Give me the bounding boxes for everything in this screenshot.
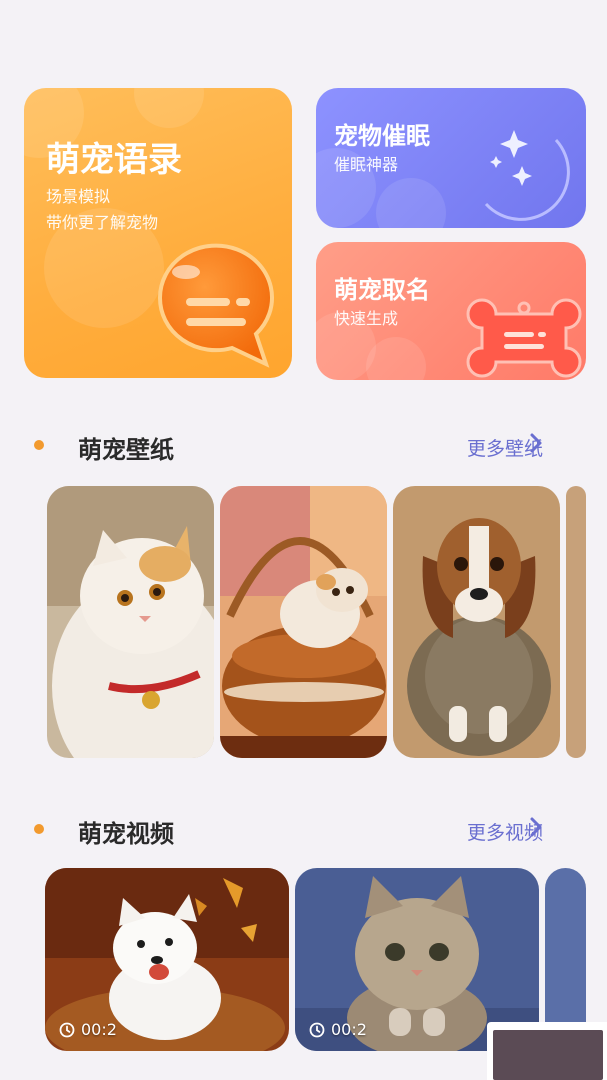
quotes-subtitle: 场景模拟 带你更了解宠物 xyxy=(46,184,158,236)
quotes-sub-line2: 带你更了解宠物 xyxy=(46,213,159,232)
video-duration-text: 00:2 xyxy=(331,1020,367,1039)
partial-photo xyxy=(566,486,586,758)
wallpaper-tile-partial[interactable] xyxy=(566,486,586,758)
wallpaper-tile-beagle[interactable] xyxy=(393,486,560,758)
clock-icon xyxy=(309,1022,325,1037)
bone-tag-icon xyxy=(466,298,582,378)
section-dot xyxy=(34,440,44,450)
decor-blob xyxy=(376,178,446,228)
wallpaper-tile-cat-basket[interactable] xyxy=(220,486,387,758)
decor-blob xyxy=(134,88,204,128)
quotes-card[interactable]: 萌宠语录 场景模拟 带你更了解宠物 xyxy=(24,88,292,378)
quotes-sub-line1: 场景模拟 xyxy=(46,187,111,206)
hypnosis-card[interactable]: 宠物催眠 催眠神器 xyxy=(316,88,586,228)
quotes-title: 萌宠语录 xyxy=(46,140,182,180)
chevron-right-icon[interactable] xyxy=(527,430,545,456)
chevron-right-icon[interactable] xyxy=(527,814,545,840)
cat-photo xyxy=(47,486,214,758)
naming-card[interactable]: 萌宠取名 快速生成 xyxy=(316,242,586,380)
video-section-title: 萌宠视频 xyxy=(78,820,174,848)
naming-subtitle: 快速生成 xyxy=(334,309,399,328)
beagle-photo xyxy=(393,486,560,758)
wallpaper-section-title: 萌宠壁纸 xyxy=(78,436,174,464)
wallpaper-section-header: 萌宠壁纸 更多壁纸 xyxy=(0,426,607,466)
video-duration-text: 00:2 xyxy=(81,1020,117,1039)
wallpaper-tile-cat[interactable] xyxy=(47,486,214,758)
naming-title: 萌宠取名 xyxy=(334,276,430,304)
clock-icon xyxy=(59,1022,75,1037)
hypnosis-title: 宠物催眠 xyxy=(334,122,430,150)
video-duration: 00:2 xyxy=(309,1020,367,1039)
speech-bubble-icon xyxy=(157,243,274,368)
floating-widget[interactable] xyxy=(487,1022,607,1080)
video-section-header: 萌宠视频 更多视频 xyxy=(0,810,607,850)
cat-basket-photo xyxy=(220,486,387,758)
floating-widget-content xyxy=(493,1030,603,1080)
hypnosis-subtitle: 催眠神器 xyxy=(334,155,399,174)
section-dot xyxy=(34,824,44,834)
video-duration: 00:2 xyxy=(59,1020,117,1039)
video-tile-westie[interactable]: 00:2 xyxy=(45,868,289,1051)
moon-stars-icon xyxy=(484,130,570,221)
